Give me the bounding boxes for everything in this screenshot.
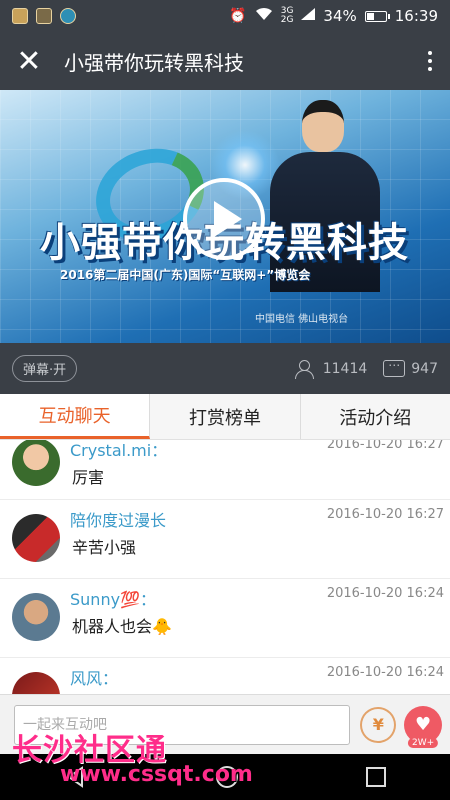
notification-icons (12, 8, 76, 24)
signal-icon (301, 8, 316, 24)
network-type-bottom: 2G (280, 15, 294, 25)
status-bar: ⏰ 3G 2G 34% 16:39 (0, 0, 450, 32)
list-item: Sunny💯： 2016-10-20 16:24 机器人也会🐥 (0, 579, 450, 658)
heart-icon: ♥ (415, 714, 432, 735)
recent-apps-icon[interactable] (366, 767, 386, 787)
like-count: 2W+ (408, 737, 439, 748)
video-info-bar: 弹幕·开 11414 947 (0, 343, 450, 394)
message-author[interactable]: 风风： (70, 665, 118, 689)
tab-rewards[interactable]: 打赏榜单 (150, 394, 301, 439)
battery-icon (364, 10, 390, 22)
avatar[interactable] (12, 440, 60, 486)
play-button[interactable] (183, 178, 265, 260)
yuan-icon: ¥ (372, 715, 384, 734)
video-sponsors: 中国电信 佛山电视台 (255, 314, 349, 325)
page-title: 小强带你玩转黑科技 (64, 50, 244, 75)
tab-intro[interactable]: 活动介绍 (301, 394, 450, 439)
message-time: 2016-10-20 16:24 (326, 586, 444, 601)
close-button[interactable]: ✕ (0, 32, 58, 90)
message-time: 2016-10-20 16:27 (326, 507, 444, 522)
chat-list[interactable]: Crystal.mi： 2016-10-20 16:27 厉害 陪你度过漫长 2… (0, 440, 450, 694)
message-author[interactable]: Crystal.mi： (70, 440, 167, 461)
avatar[interactable] (12, 593, 60, 641)
tab-chat[interactable]: 互动聊天 (0, 394, 151, 439)
comment-count[interactable]: 947 (383, 358, 438, 377)
viewer-count: 11414 (294, 359, 368, 379)
message-text: 厉害 (72, 468, 105, 487)
reward-button[interactable]: ¥ (360, 706, 397, 743)
app-icon-3 (60, 8, 76, 24)
list-item: 陪你度过漫长 2016-10-20 16:27 辛苦小强 (0, 500, 450, 579)
more-vertical-icon (428, 51, 432, 55)
avatar[interactable] (12, 672, 60, 694)
video-player[interactable]: 小强带你玩转黑科技 2016第二届中国(广东)国际“互联网+”博览会 中国电信 … (0, 90, 450, 343)
danmu-toggle[interactable]: 弹幕·开 (12, 355, 78, 382)
app-icon-1 (12, 8, 28, 24)
tab-bar: 互动聊天 打赏榜单 活动介绍 (0, 394, 450, 440)
title-bar: ✕ 小强带你玩转黑科技 (0, 32, 450, 90)
video-subtitle: 2016第二届中国(广东)国际“互联网+”博览会 (60, 268, 311, 282)
message-text: 机器人也会🐥 (72, 617, 172, 636)
play-icon (214, 201, 242, 237)
message-author[interactable]: Sunny💯： (70, 586, 156, 610)
close-icon: ✕ (16, 43, 42, 79)
battery-percent: 34% (323, 7, 357, 25)
network-type: 3G 2G (281, 7, 294, 25)
users-icon (294, 359, 317, 379)
more-options-button[interactable] (410, 32, 450, 90)
comment-count-value: 947 (411, 360, 438, 377)
message-time: 2016-10-20 16:27 (326, 440, 444, 452)
list-item: Crystal.mi： 2016-10-20 16:27 厉害 (0, 440, 450, 500)
message-time: 2016-10-20 16:24 (326, 665, 444, 680)
like-button[interactable]: ♥ 2W+ (404, 705, 442, 748)
avatar[interactable] (12, 514, 60, 562)
wifi-icon (255, 7, 273, 25)
message-text: 辛苦小强 (72, 538, 137, 557)
message-author[interactable]: 陪你度过漫长 (70, 507, 166, 531)
list-item: 风风： 2016-10-20 16:24 (0, 658, 450, 694)
clock: 16:39 (394, 7, 438, 25)
comment-icon (383, 358, 406, 377)
app-icon-2 (36, 8, 52, 24)
alarm-icon: ⏰ (229, 8, 247, 24)
viewer-count-value: 11414 (322, 360, 368, 377)
battery-fill (366, 12, 374, 20)
watermark-url: www.cssqt.com (60, 762, 253, 787)
